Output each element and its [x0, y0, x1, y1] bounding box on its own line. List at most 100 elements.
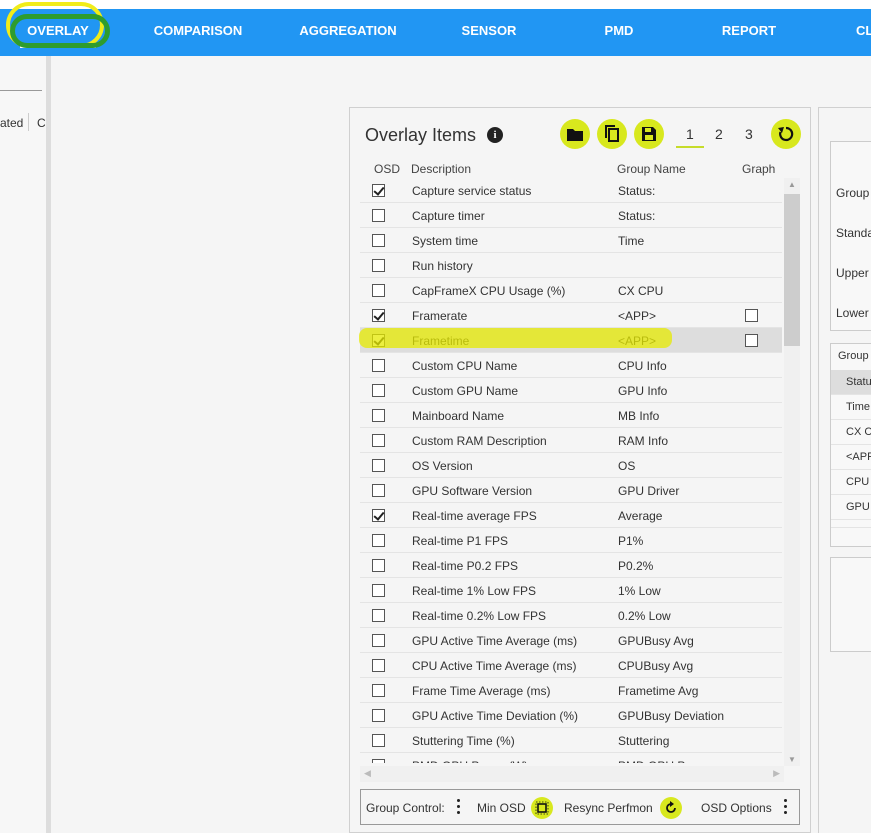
- scroll-down-icon[interactable]: ▼: [788, 755, 796, 764]
- tab-comparison[interactable]: COMPARISON: [148, 9, 248, 56]
- item-group-name[interactable]: CPUBusy Avg: [618, 659, 693, 673]
- osd-checkbox[interactable]: [372, 409, 385, 422]
- osd-options-menu-icon[interactable]: [784, 799, 788, 817]
- table-row[interactable]: Capture service status Status:: [360, 178, 782, 203]
- item-group-name[interactable]: P0.2%: [618, 559, 653, 573]
- table-row[interactable]: System time Time: [360, 228, 782, 253]
- scroll-left-icon[interactable]: ◀: [364, 768, 371, 779]
- osd-checkbox[interactable]: [372, 434, 385, 447]
- item-group-name[interactable]: GPU Info: [618, 384, 667, 398]
- vertical-scrollbar[interactable]: ▲ ▼: [784, 178, 800, 766]
- tab-pmd[interactable]: PMD: [600, 9, 638, 56]
- table-row[interactable]: Stuttering Time (%) Stuttering: [360, 728, 782, 753]
- group-list-item[interactable]: GPU I: [831, 495, 871, 520]
- min-osd-button[interactable]: [531, 797, 553, 819]
- osd-checkbox[interactable]: [372, 259, 385, 272]
- table-row[interactable]: Mainboard Name MB Info: [360, 403, 782, 428]
- resync-perfmon-button[interactable]: [660, 797, 682, 819]
- tab-report[interactable]: REPORT: [718, 9, 780, 56]
- item-group-name[interactable]: MB Info: [618, 409, 659, 423]
- osd-checkbox[interactable]: [372, 759, 385, 763]
- table-row[interactable]: Real-time 1% Low FPS 1% Low: [360, 578, 782, 603]
- table-row[interactable]: GPU Active Time Deviation (%) GPUBusy Dev…: [360, 703, 782, 728]
- open-folder-button[interactable]: [560, 119, 590, 149]
- table-row[interactable]: PMD GPU Power (W) PMD GPU Power: [360, 753, 782, 763]
- item-group-name[interactable]: Frametime Avg: [618, 684, 698, 698]
- group-list-item[interactable]: Status: [831, 370, 871, 395]
- page-1-tab[interactable]: 1: [676, 126, 704, 148]
- item-group-name[interactable]: Average: [618, 509, 662, 523]
- group-list-item[interactable]: CX CI: [831, 420, 871, 445]
- group-list-item[interactable]: Time: [831, 395, 871, 420]
- copy-button[interactable]: [597, 119, 627, 149]
- scroll-up-icon[interactable]: ▲: [788, 180, 796, 189]
- splitter-handle[interactable]: [46, 56, 51, 833]
- table-row[interactable]: GPU Active Time Average (ms) GPUBusy Avg: [360, 628, 782, 653]
- item-group-name[interactable]: GPUBusy Avg: [618, 634, 694, 648]
- table-row[interactable]: Real-time P1 FPS P1%: [360, 528, 782, 553]
- column-description[interactable]: Description: [411, 162, 471, 176]
- osd-checkbox[interactable]: [372, 684, 385, 697]
- osd-checkbox[interactable]: [372, 459, 385, 472]
- table-row[interactable]: GPU Software Version GPU Driver: [360, 478, 782, 503]
- tab-aggregation[interactable]: AGGREGATION: [296, 9, 400, 56]
- item-group-name[interactable]: Time: [618, 234, 644, 248]
- table-row[interactable]: Custom CPU Name CPU Info: [360, 353, 782, 378]
- column-group-name[interactable]: Group Name: [617, 162, 686, 176]
- osd-checkbox[interactable]: [372, 659, 385, 672]
- tab-sensor[interactable]: SENSOR: [458, 9, 520, 56]
- table-row[interactable]: Run history: [360, 253, 782, 278]
- osd-checkbox[interactable]: [372, 284, 385, 297]
- osd-checkbox[interactable]: [372, 709, 385, 722]
- item-group-name[interactable]: Status:: [618, 184, 655, 198]
- item-group-name[interactable]: GPUBusy Deviation: [618, 709, 724, 723]
- group-list-item[interactable]: <APP: [831, 445, 871, 470]
- item-group-name[interactable]: OS: [618, 459, 635, 473]
- item-group-name[interactable]: Stuttering: [618, 734, 669, 748]
- graph-checkbox[interactable]: [745, 309, 758, 322]
- osd-checkbox[interactable]: [372, 209, 385, 222]
- osd-checkbox[interactable]: [372, 359, 385, 372]
- scrollbar-thumb[interactable]: [784, 194, 800, 346]
- osd-checkbox[interactable]: [372, 509, 385, 522]
- osd-checkbox[interactable]: [372, 309, 385, 322]
- osd-checkbox[interactable]: [372, 184, 385, 197]
- item-group-name[interactable]: 1% Low: [618, 584, 661, 598]
- table-row[interactable]: Real-time 0.2% Low FPS 0.2% Low: [360, 603, 782, 628]
- horizontal-scrollbar[interactable]: ◀ ▶: [360, 766, 784, 782]
- scroll-right-icon[interactable]: ▶: [773, 768, 780, 779]
- save-button[interactable]: [634, 119, 664, 149]
- item-group-name[interactable]: <APP>: [618, 309, 656, 323]
- table-row[interactable]: CPU Active Time Average (ms) CPUBusy Avg: [360, 653, 782, 678]
- table-row[interactable]: Framerate <APP>: [360, 303, 782, 328]
- table-row[interactable]: Custom GPU Name GPU Info: [360, 378, 782, 403]
- osd-checkbox[interactable]: [372, 384, 385, 397]
- osd-checkbox[interactable]: [372, 734, 385, 747]
- info-icon[interactable]: i: [487, 127, 503, 143]
- column-osd[interactable]: OSD: [374, 162, 400, 176]
- item-group-name[interactable]: RAM Info: [618, 434, 668, 448]
- column-graph[interactable]: Graph: [742, 162, 775, 176]
- table-row[interactable]: Real-time average FPS Average: [360, 503, 782, 528]
- reset-button[interactable]: [771, 119, 801, 149]
- item-group-name[interactable]: 0.2% Low: [618, 609, 671, 623]
- item-group-name[interactable]: P1%: [618, 534, 643, 548]
- table-row[interactable]: CapFrameX CPU Usage (%) CX CPU: [360, 278, 782, 303]
- osd-checkbox[interactable]: [372, 609, 385, 622]
- item-group-name[interactable]: CPU Info: [618, 359, 667, 373]
- table-row[interactable]: Capture timer Status:: [360, 203, 782, 228]
- table-row[interactable]: Real-time P0.2 FPS P0.2%: [360, 553, 782, 578]
- item-group-name[interactable]: PMD GPU Power: [618, 759, 711, 763]
- group-list-item[interactable]: CPU I: [831, 470, 871, 495]
- table-row[interactable]: Custom RAM Description RAM Info: [360, 428, 782, 453]
- item-group-name[interactable]: CX CPU: [618, 284, 663, 298]
- graph-checkbox[interactable]: [745, 334, 758, 347]
- item-group-name[interactable]: GPU Driver: [618, 484, 679, 498]
- osd-checkbox[interactable]: [372, 534, 385, 547]
- tab-cloud[interactable]: CL: [856, 9, 871, 56]
- item-group-name[interactable]: Status:: [618, 209, 655, 223]
- group-list-item[interactable]: MB I: [831, 520, 871, 528]
- group-control-menu-icon[interactable]: [457, 799, 461, 817]
- page-3-tab[interactable]: 3: [745, 126, 753, 142]
- page-2-tab[interactable]: 2: [715, 126, 723, 142]
